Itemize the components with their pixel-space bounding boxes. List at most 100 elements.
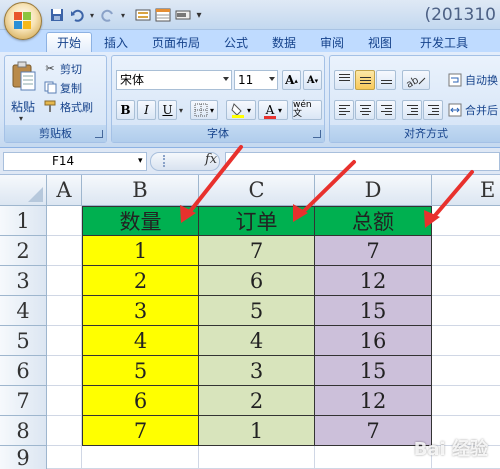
align-left-button[interactable] [334,100,354,120]
splitter-handle-icon[interactable] [155,155,165,167]
cell-a5[interactable] [47,326,82,356]
table-cell[interactable]: 12 [315,386,432,416]
phonetic-button[interactable]: wén 文 [292,100,322,120]
column-header-c[interactable]: C [199,175,315,206]
cell-e5[interactable] [432,326,500,356]
tab-insert[interactable]: 插入 [98,32,134,52]
table-cell[interactable]: 15 [315,356,432,386]
table-cell[interactable]: 5 [82,356,199,386]
table-cell[interactable]: 15 [315,296,432,326]
table-cell[interactable]: 1 [82,236,199,266]
cell-a3[interactable] [47,266,82,296]
table-cell[interactable]: 16 [315,326,432,356]
row-header-7[interactable]: 7 [0,386,47,416]
table-cell[interactable]: 5 [199,296,315,326]
table-cell[interactable]: 12 [315,266,432,296]
redo-icon[interactable] [99,7,116,23]
underline-button[interactable]: U [158,100,177,120]
cell-e3[interactable] [432,266,500,296]
table-cell[interactable]: 7 [82,416,199,446]
bold-button[interactable]: B [116,100,135,120]
align-top-button[interactable] [334,70,354,90]
table-header-cell[interactable]: 数量 [82,206,199,236]
row-header-5[interactable]: 5 [0,326,47,356]
font-color-button[interactable]: A ▾ [258,100,288,120]
cell-c9[interactable] [199,446,315,469]
font-name-select[interactable]: 宋体 [116,70,232,90]
increase-indent-button[interactable] [423,100,443,120]
cell-a9[interactable] [47,446,82,469]
table-cell[interactable]: 4 [82,326,199,356]
fill-color-button[interactable]: ▾ [226,100,256,120]
formula-input[interactable] [225,152,500,171]
borders-button[interactable]: ▾ [190,100,218,120]
column-header-a[interactable]: A [47,175,82,206]
row-header-3[interactable]: 3 [0,266,47,296]
underline-dropdown-icon[interactable]: ▾ [179,106,183,115]
cell-e2[interactable] [432,236,500,266]
cell-a8[interactable] [47,416,82,446]
table-cell[interactable]: 3 [82,296,199,326]
table-cell[interactable]: 2 [199,386,315,416]
table-cell[interactable]: 6 [82,386,199,416]
table-header-cell[interactable]: 订单 [199,206,315,236]
decrease-indent-button[interactable] [402,100,422,120]
wrap-text-button[interactable]: 自动换 [448,70,498,90]
table-cell[interactable]: 6 [199,266,315,296]
tab-home[interactable]: 开始 [46,32,92,52]
column-header-e[interactable]: E [432,175,500,206]
undo-dropdown-icon[interactable]: ▾ [88,7,96,23]
scroll-icon[interactable] [174,7,191,23]
save-icon[interactable] [48,7,65,23]
paste-icon[interactable] [11,61,37,91]
office-button[interactable] [4,2,42,40]
row-header-1[interactable]: 1 [0,206,47,236]
clipboard-launcher-icon[interactable] [95,130,103,138]
select-all-button[interactable] [0,175,47,206]
table-cell[interactable]: 7 [199,236,315,266]
name-box[interactable]: F14 ▾ [3,152,147,171]
italic-button[interactable]: I [137,100,156,120]
row-header-8[interactable]: 8 [0,416,47,446]
cell-a4[interactable] [47,296,82,326]
redo-dropdown-icon[interactable]: ▾ [119,7,127,23]
table-header-cell[interactable]: 总额 [315,206,432,236]
font-launcher-icon[interactable] [313,130,321,138]
align-center-button[interactable] [355,100,375,120]
cut-button[interactable]: ✂ 剪切 [43,60,82,77]
form-icon[interactable] [134,7,151,23]
customize-qat-icon[interactable]: ▾ [194,7,204,23]
cell-a7[interactable] [47,386,82,416]
column-header-b[interactable]: B [82,175,199,206]
align-right-button[interactable] [376,100,396,120]
align-bottom-button[interactable] [376,70,396,90]
grow-font-button[interactable]: A ▴ [282,70,301,90]
tab-view[interactable]: 视图 [364,32,396,52]
row-header-9[interactable]: 9 [0,446,47,469]
table-cell[interactable]: 2 [82,266,199,296]
cell-a2[interactable] [47,236,82,266]
copy-button[interactable]: 复制 [43,79,82,96]
undo-icon[interactable] [68,7,85,23]
cell-e7[interactable] [432,386,500,416]
format-painter-button[interactable]: 格式刷 [43,98,93,115]
align-middle-button[interactable] [355,70,375,90]
row-header-2[interactable]: 2 [0,236,47,266]
orientation-button[interactable]: ab [402,70,430,90]
cell-e1[interactable] [432,206,500,236]
shrink-font-button[interactable]: A ▾ [303,70,322,90]
table-cell[interactable]: 7 [315,236,432,266]
paste-button[interactable]: 粘贴 [11,98,35,115]
table-cell[interactable]: 3 [199,356,315,386]
table-icon[interactable] [154,7,171,23]
tab-page-layout[interactable]: 页面布局 [148,32,204,52]
cell-e6[interactable] [432,356,500,386]
cell-a6[interactable] [47,356,82,386]
paste-dropdown-icon[interactable]: ▾ [19,114,23,123]
cell-a1[interactable] [47,206,82,236]
table-cell[interactable]: 4 [199,326,315,356]
merge-center-button[interactable]: 合并后 [448,100,498,120]
row-header-6[interactable]: 6 [0,356,47,386]
tab-formulas[interactable]: 公式 [220,32,252,52]
font-size-select[interactable]: 11 [234,70,278,90]
